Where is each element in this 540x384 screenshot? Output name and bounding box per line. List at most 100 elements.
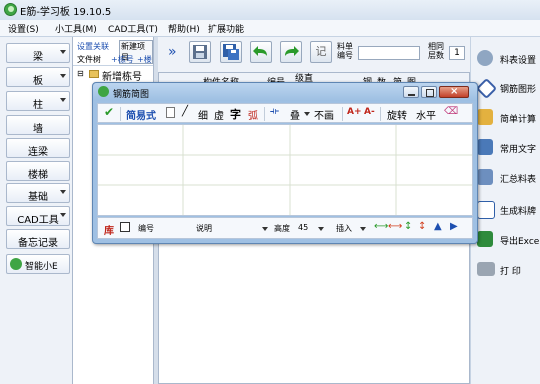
sidebar-item-link-beam[interactable]: 连梁 [6,138,70,158]
right-button-label: 汇总料表 [500,175,537,185]
shape-icon [475,77,498,100]
save-sketch-icon[interactable] [120,222,130,232]
dialog-toolbar: ✔ 简易式 ╱ 细 虚 字 弧 ⟛ 叠 不画 A+ A- 旋转 水平 ⌫ [97,103,473,123]
file-tree-label: 文件树 [77,55,101,64]
rotate-button[interactable]: 旋转 [387,107,407,122]
chevron-down-icon[interactable] [262,227,268,231]
rebar-symbol-button[interactable]: ⟛ [270,106,279,117]
sidebar-item-cad-tools[interactable]: CAD工具 [6,206,70,226]
save-as-button[interactable] [220,41,242,63]
dashed-line-button[interactable]: 虚 [214,107,224,122]
next-icon[interactable]: ▶ [450,221,458,232]
line-tool-button[interactable]: ╱ [182,106,188,117]
menu-help[interactable]: 帮助(H) [168,22,200,35]
common-text-button[interactable]: 常用文字 [474,137,540,159]
minimize-button[interactable] [403,86,419,98]
generate-tag-button[interactable]: 生成料牌 [474,199,540,221]
simple-mode-button[interactable]: 简易式 [126,107,156,122]
smart-assistant-button[interactable]: 智能小E [6,254,70,274]
right-button-label: 料表设置 [500,56,537,66]
chevron-down-icon [60,213,66,217]
sheet-number-input[interactable] [358,46,420,60]
mirror-horizontal-icon[interactable]: ⟷ [388,221,402,232]
move-vertical-icon[interactable]: ↕ [404,221,412,232]
rebar-sketch-dialog: 钢筋简图 × ✔ 简易式 ╱ 细 虚 字 弧 ⟛ 叠 不画 A+ A- 旋转 水… [92,82,478,244]
expand-button[interactable]: » [168,44,177,60]
right-button-label: 打 印 [500,267,521,277]
thin-line-button[interactable]: 细 [198,107,208,122]
summary-table-button[interactable]: 汇总料表 [474,167,540,189]
floppy-icon [193,45,207,59]
undo-button[interactable] [250,41,272,63]
right-button-label: 导出Excel [500,237,540,247]
table-settings-button[interactable]: 料表设置 [474,48,540,70]
undo-arrow-icon [253,46,267,56]
new-page-icon[interactable] [166,107,175,118]
confirm-icon[interactable]: ✔ [104,105,114,119]
mirror-vertical-icon[interactable]: ↕ [418,221,426,232]
sidebar-item-label: 备忘记录 [18,238,58,249]
sidebar-item-wall[interactable]: 墙 [6,115,70,135]
font-bigger-button[interactable]: A+ [347,107,362,117]
tree-node-building[interactable]: 新增栋号 [102,68,142,83]
height-label: 高度 [274,224,290,233]
menu-extensions[interactable]: 扩展功能 [208,22,244,35]
minimize-icon [408,94,415,96]
chevron-down-icon [60,74,66,78]
eraser-icon[interactable]: ⌫ [444,106,458,117]
horizontal-button[interactable]: 水平 [416,107,436,122]
text-tool-button[interactable]: 字 [230,106,241,122]
tree-expand-icon[interactable]: ⊟ [77,69,84,78]
sum-icon [477,169,493,185]
sidebar-item-beam[interactable]: 梁 [6,43,70,63]
chevron-down-icon[interactable] [304,112,310,116]
divider [73,65,153,66]
calc-icon [477,109,493,125]
menu-cad[interactable]: CAD工具(T) [108,22,158,35]
record-button[interactable]: 记 [310,41,332,63]
sidebar-item-stairs[interactable]: 楼梯 [6,161,70,181]
sidebar-item-label: 连梁 [28,147,48,158]
divider [120,107,121,121]
folder-icon [89,70,99,78]
menu-tools[interactable]: 小工具(M) [55,22,97,35]
export-excel-button[interactable]: 导出Excel [474,229,540,251]
add-building-link[interactable]: +栋号 [111,54,134,65]
save-button[interactable] [189,41,211,63]
move-horizontal-icon[interactable]: ⟷ [374,221,388,232]
same-floors-input[interactable]: 1 [449,46,465,60]
library-button[interactable]: 库 [104,222,114,237]
arc-tool-button[interactable]: 弧 [248,107,258,122]
right-button-label: 常用文字 [500,145,537,155]
redo-button[interactable] [280,41,302,63]
maximize-button[interactable] [421,86,437,98]
sidebar-item-column[interactable]: 柱 [6,91,70,111]
label-icon [477,201,495,219]
sidebar-item-memo[interactable]: 备忘记录 [6,229,70,249]
sidebar-item-foundation[interactable]: 基础 [6,183,70,203]
insert-label[interactable]: 插入 [336,223,352,234]
close-button[interactable]: × [439,86,469,98]
font-smaller-button[interactable]: A- [364,107,375,117]
print-button[interactable]: 打 印 [474,258,540,284]
excel-icon [477,231,493,247]
same-floors-label: 相同层数 [428,42,444,60]
chevron-down-icon[interactable] [360,227,366,231]
flip-icon[interactable]: ▲ [434,221,442,232]
overlay-button[interactable]: 叠 [290,107,300,122]
menu-settings[interactable]: 设置(S) [8,22,39,35]
chevron-down-icon[interactable] [318,227,324,231]
add-floor-link[interactable]: +楼 [137,54,152,65]
sidebar-item-label: 楼梯 [28,170,48,181]
settings-link[interactable]: 设置关联 [77,41,109,52]
divider [342,107,343,121]
height-value[interactable]: 45 [298,223,308,232]
rebar-shape-button[interactable]: 钢筋图形 [474,77,540,100]
sketch-canvas[interactable] [97,124,473,216]
no-draw-button[interactable]: 不画 [314,107,334,122]
sidebar-item-slab[interactable]: 板 [6,67,70,87]
simple-calc-button[interactable]: 简单计算 [474,107,540,129]
number-field-label: 编号 [138,224,154,233]
dialog-title-bar[interactable]: 钢筋简图 × [93,83,477,101]
sketch-grid [98,125,472,215]
